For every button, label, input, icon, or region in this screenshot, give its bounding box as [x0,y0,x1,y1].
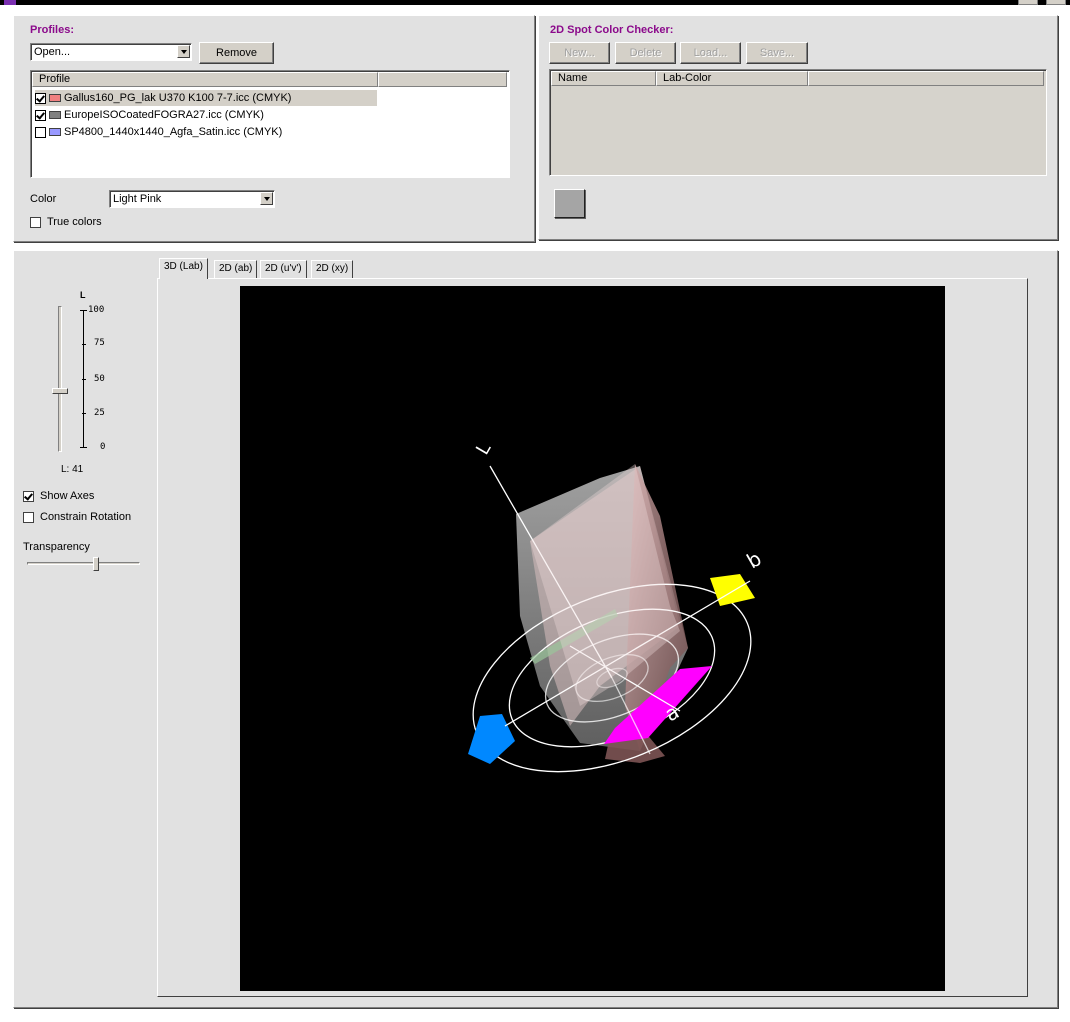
profiles-title: Profiles: [30,24,75,36]
checkbox-box[interactable] [30,216,41,228]
tab-2d-xy[interactable]: 2D (xy) [311,260,354,278]
color-combo[interactable]: Light Pink [109,190,275,208]
profile-row[interactable]: Gallus160_PG_lak U370 K100 7-7.icc (CMYK… [35,90,377,106]
delete-button[interactable]: Delete [615,42,676,64]
save-button[interactable]: Save... [746,42,808,64]
scale-label: 50 [94,374,105,384]
checkbox-box[interactable] [23,511,34,523]
profile-checkbox[interactable] [35,92,46,104]
b-axis-3d-label: b [743,546,766,573]
profile-row[interactable]: SP4800_1440x1440_Agfa_Satin.icc (CMYK) [35,124,377,140]
spot-checker-title: 2D Spot Color Checker: [550,24,674,36]
color-combo-value: Light Pink [113,193,162,205]
profile-color-swatch [49,111,61,120]
cyan-ring-segment [468,714,515,764]
chevron-down-icon[interactable] [260,192,273,205]
column-header-profile[interactable]: Profile [32,72,378,87]
gamut-3d-render[interactable]: L b a [240,286,945,991]
profile-name: Gallus160_PG_lak U370 K100 7-7.icc (CMYK… [64,92,292,104]
load-button[interactable]: Load... [680,42,741,64]
spot-color-list[interactable]: Name Lab-Color [549,69,1047,176]
true-colors-label: True colors [47,216,102,228]
transparency-label: Transparency [23,541,90,553]
l-axis-3d-label: L [472,439,495,458]
constrain-rotation-label: Constrain Rotation [40,511,132,523]
open-profile-combo-value: Open... [34,46,71,58]
checkbox-box[interactable] [23,490,34,502]
l-value-readout: L: 41 [61,464,84,475]
profile-checkbox[interactable] [35,109,46,121]
l-slider-thumb[interactable] [52,388,68,394]
l-axis-label: L [80,290,86,300]
profile-color-swatch [49,94,61,103]
column-header-blank [378,72,507,87]
window-title-bar [0,0,1070,5]
close-button[interactable] [1046,0,1066,5]
remove-button[interactable]: Remove [199,42,274,64]
new-button[interactable]: New... [549,42,610,64]
chevron-down-icon[interactable] [177,45,190,58]
a-axis-3d-label: a [661,699,684,726]
scale-tick [82,413,86,414]
scale-label: 0 [100,442,106,452]
scale-label: 100 [88,305,105,315]
transparency-slider-track[interactable] [27,562,140,565]
transparency-slider-thumb[interactable] [93,557,99,571]
l-slider-track[interactable] [58,306,62,452]
open-profile-combo[interactable]: Open... [30,43,192,61]
lab-3d-viewport[interactable]: L b a [240,286,945,991]
profile-checkbox[interactable] [35,126,46,138]
constrain-rotation-checkbox[interactable]: Constrain Rotation [23,511,131,524]
profile-name: EuropeISOCoatedFOGRA27.icc (CMYK) [64,109,264,121]
color-label: Color [30,193,57,205]
column-header-lab-color[interactable]: Lab-Color [656,71,808,86]
profile-row[interactable]: EuropeISOCoatedFOGRA27.icc (CMYK) [35,107,377,123]
scale-label: 75 [94,338,105,348]
spot-color-swatch-button[interactable] [554,189,585,218]
scale-tick [80,447,87,448]
column-header-name[interactable]: Name [551,71,656,86]
app-icon [4,0,16,5]
tab-2d-ab[interactable]: 2D (ab) [214,260,258,278]
column-header-blank [808,71,1044,86]
scale-tick [80,310,87,311]
profile-list[interactable]: Profile Gallus160_PG_lak U370 K100 7-7.i… [30,70,510,178]
show-axes-checkbox[interactable]: Show Axes [23,490,94,503]
profile-color-swatch [49,128,61,137]
scale-tick [82,344,86,345]
profile-name: SP4800_1440x1440_Agfa_Satin.icc (CMYK) [64,126,283,138]
tab-2d-uv[interactable]: 2D (u'v') [260,260,307,278]
maximize-button[interactable] [1018,0,1038,5]
scale-label: 25 [94,408,105,418]
show-axes-label: Show Axes [40,490,95,502]
scale-tick [82,379,86,380]
true-colors-checkbox[interactable]: True colors [30,216,102,229]
tab-3d-lab[interactable]: 3D (Lab) [159,258,208,279]
